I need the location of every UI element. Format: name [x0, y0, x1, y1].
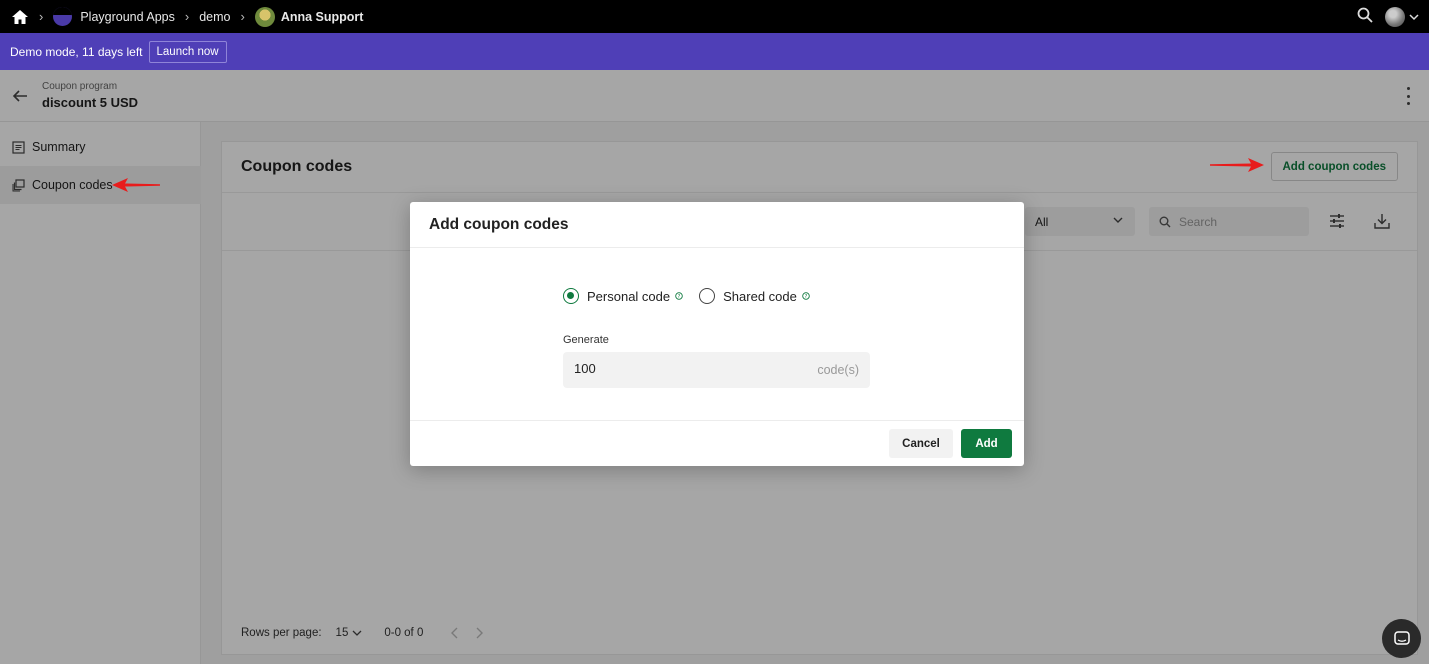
- breadcrumb-environment[interactable]: demo: [199, 10, 230, 24]
- chat-support-button[interactable]: [1382, 619, 1421, 658]
- personal-code-label[interactable]: Personal code: [587, 289, 670, 304]
- help-icon[interactable]: ?: [802, 292, 810, 300]
- chevron-right-icon: ›: [184, 9, 190, 24]
- cancel-button[interactable]: Cancel: [889, 429, 953, 458]
- chevron-right-icon: ›: [39, 9, 44, 24]
- demo-mode-banner: Demo mode, 11 days left Launch now: [0, 33, 1429, 70]
- help-icon[interactable]: ?: [675, 292, 683, 300]
- shared-code-label[interactable]: Shared code: [723, 289, 797, 304]
- shared-code-radio[interactable]: [699, 288, 716, 304]
- account-menu[interactable]: [1385, 6, 1419, 27]
- dialog-title: Add coupon codes: [429, 216, 569, 233]
- chevron-right-icon: ›: [240, 9, 245, 24]
- svg-text:?: ?: [805, 294, 808, 300]
- personal-code-radio[interactable]: [563, 288, 579, 304]
- chat-icon: [1393, 630, 1410, 645]
- annotation-arrow-icon: [112, 178, 160, 192]
- divider: [410, 420, 1024, 421]
- generate-count-input[interactable]: [574, 361, 794, 376]
- codes-suffix: code(s): [817, 363, 859, 377]
- divider: [410, 247, 1024, 248]
- breadcrumb-project[interactable]: Anna Support: [281, 10, 364, 24]
- breadcrumb: › Playground Apps › demo › Anna Support: [0, 6, 364, 27]
- generate-count-field[interactable]: code(s): [563, 352, 870, 388]
- annotation-arrow-icon: [1210, 158, 1264, 172]
- app-logo-icon: [53, 7, 73, 26]
- launch-now-button[interactable]: Launch now: [148, 40, 227, 63]
- chevron-down-icon: [1409, 13, 1419, 20]
- generate-label: Generate: [563, 334, 609, 346]
- top-bar-actions: [1357, 0, 1419, 33]
- code-type-radio-group: Personal code ? Shared code ?: [563, 288, 826, 304]
- breadcrumb-app[interactable]: Playground Apps: [80, 10, 175, 24]
- project-logo-icon: [254, 6, 275, 27]
- add-button[interactable]: Add: [961, 429, 1012, 458]
- demo-mode-text: Demo mode, 11 days left: [10, 44, 143, 59]
- search-icon[interactable]: [1357, 7, 1373, 26]
- home-icon[interactable]: [11, 9, 29, 25]
- add-coupon-codes-dialog: Add coupon codes Personal code ? Shared …: [410, 202, 1024, 466]
- avatar[interactable]: [1385, 6, 1405, 27]
- top-bar: › Playground Apps › demo › Anna Support: [0, 0, 1429, 33]
- svg-text:?: ?: [678, 294, 681, 300]
